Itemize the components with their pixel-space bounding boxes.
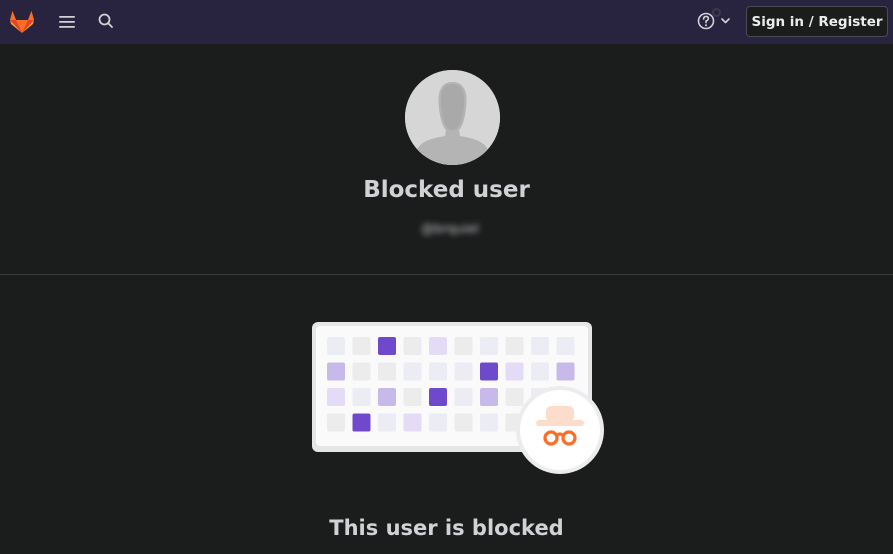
menu-button[interactable] <box>55 10 79 34</box>
contribution-cell <box>378 362 396 381</box>
contribution-cell <box>352 413 371 432</box>
profile-name: Blocked user <box>363 177 530 203</box>
contribution-cell <box>454 337 473 355</box>
contribution-cell <box>403 388 422 406</box>
contribution-cell <box>429 337 447 355</box>
contribution-cell <box>429 388 447 406</box>
gitlab-logo-icon[interactable] <box>9 9 35 34</box>
contribution-cell <box>352 362 371 381</box>
contribution-cell <box>531 337 549 355</box>
contribution-cell <box>480 337 498 355</box>
contribution-cell <box>556 362 575 381</box>
contribution-cell <box>403 337 422 355</box>
contribution-cell <box>429 413 447 432</box>
contribution-cell <box>480 362 498 381</box>
default-avatar-icon <box>405 70 500 165</box>
contribution-cell <box>352 388 371 406</box>
contribution-cell <box>531 362 549 381</box>
top-navbar: Sign in / Register <box>0 0 893 44</box>
contribution-cell <box>327 362 345 381</box>
search-icon <box>98 13 113 28</box>
contribution-cell <box>505 388 524 406</box>
contribution-cell <box>327 337 345 355</box>
contribution-cell <box>327 388 345 406</box>
contribution-cell <box>327 413 345 432</box>
contribution-cell <box>505 362 524 381</box>
search-button[interactable] <box>95 10 117 32</box>
contribution-cell <box>352 337 371 355</box>
contribution-cell <box>480 388 498 406</box>
contribution-cell <box>378 388 396 406</box>
contribution-cell <box>378 413 396 432</box>
contribution-cell <box>454 413 473 432</box>
contribution-cell <box>378 337 396 355</box>
contribution-cell <box>454 362 473 381</box>
contribution-cell <box>403 362 422 381</box>
contribution-cell <box>505 337 524 355</box>
hamburger-menu-icon <box>59 16 75 28</box>
chevron-down-icon <box>721 18 730 24</box>
empty-state-title: This user is blocked <box>329 516 564 540</box>
blocked-user-illustration <box>310 320 605 480</box>
contribution-cell <box>454 388 473 406</box>
contribution-cell <box>556 337 575 355</box>
contribution-cell <box>480 413 498 432</box>
contribution-cell <box>429 362 447 381</box>
contribution-cell <box>403 413 422 432</box>
avatar <box>405 70 500 165</box>
notification-dot <box>712 8 721 17</box>
sign-in-register-button[interactable]: Sign in / Register <box>746 6 888 37</box>
profile-username: @brquiel <box>420 222 480 237</box>
divider <box>0 274 893 275</box>
